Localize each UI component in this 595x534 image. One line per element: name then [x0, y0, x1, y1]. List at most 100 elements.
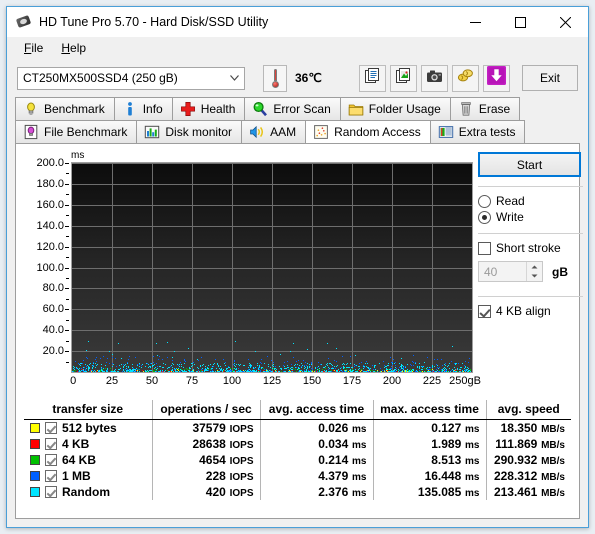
stepper-buttons[interactable] — [526, 262, 542, 281]
cell-transfer-size[interactable]: Random — [24, 484, 153, 500]
chart-point — [431, 364, 433, 366]
chart-point — [245, 371, 247, 372]
tab-folder-usage[interactable]: Folder Usage — [339, 97, 451, 120]
chart-point — [284, 367, 286, 369]
copy-image-button[interactable] — [390, 64, 417, 92]
maximize-button[interactable] — [498, 7, 543, 37]
donate-button[interactable] — [452, 64, 479, 92]
table-row[interactable]: 1 MB 228 IOPS 4.379 ms 16.448 ms 228.312 MB/… — [24, 468, 571, 484]
menu-help[interactable]: Help — [52, 39, 95, 58]
cell-transfer-size[interactable]: 1 MB — [24, 468, 153, 484]
radio-write[interactable]: Write — [478, 210, 583, 224]
chart-point — [133, 372, 134, 373]
tab-extra-tests[interactable]: Extra tests — [429, 120, 526, 143]
chart-point — [151, 371, 153, 372]
tab-benchmark[interactable]: Benchmark — [15, 97, 115, 120]
tab-aam[interactable]: AAM — [241, 120, 307, 143]
align-checkbox[interactable]: 4 KB align — [478, 304, 583, 318]
chart-point — [383, 360, 385, 362]
chart-point — [312, 372, 313, 373]
short-stroke-checkbox[interactable]: Short stroke — [478, 241, 583, 255]
chart-x-tick-label: 50 — [145, 375, 159, 387]
cell-operations-value: 4654 — [199, 453, 226, 467]
table-row[interactable]: 64 KB 4654 IOPS 0.214 ms 8.513 ms 290.932 MB… — [24, 452, 571, 468]
menu-file[interactable]: File — [15, 39, 52, 58]
radio-read[interactable]: Read — [478, 194, 583, 208]
series-checkbox[interactable] — [45, 422, 57, 434]
chart-point — [390, 370, 392, 372]
chart-point — [116, 365, 117, 367]
chart-point — [433, 372, 434, 373]
chart-point — [337, 371, 339, 372]
radio-write-indicator[interactable] — [478, 210, 491, 224]
tab-random-access[interactable]: Random Access — [305, 120, 431, 143]
chart-gridline-h — [72, 288, 472, 289]
chart-point — [203, 371, 205, 372]
series-checkbox[interactable] — [45, 486, 57, 498]
chart-point — [129, 372, 130, 373]
table-row[interactable]: 4 KB 28638 IOPS 0.034 ms 1.989 ms 111.869 MB… — [24, 436, 571, 452]
chart-point — [401, 371, 403, 372]
minimize-button[interactable] — [453, 7, 498, 37]
tab-file-benchmark[interactable]: File Benchmark — [15, 120, 138, 143]
cell-transfer-size[interactable]: 512 bytes — [24, 419, 153, 436]
chart-y-tick — [65, 204, 69, 206]
chart-point — [125, 367, 127, 369]
radio-write-label: Write — [496, 210, 524, 224]
chart-point — [471, 371, 472, 372]
chart-point — [366, 366, 367, 368]
chart-point — [342, 372, 343, 373]
chart-point — [401, 371, 403, 372]
chart-point — [408, 371, 410, 372]
chart-point — [259, 372, 260, 373]
cell-transfer-size[interactable]: 64 KB — [24, 452, 153, 468]
chart-point — [337, 372, 338, 373]
stepper-up-icon[interactable] — [527, 262, 542, 272]
stepper-down-icon[interactable] — [527, 272, 542, 282]
series-checkbox[interactable] — [45, 470, 57, 482]
chart-point — [205, 369, 207, 371]
start-button[interactable]: Start — [478, 152, 581, 177]
chart-point — [336, 369, 337, 371]
chart-point — [356, 370, 358, 372]
chart-point — [109, 372, 110, 373]
tab-health[interactable]: Health — [171, 97, 246, 120]
short-stroke-label: Short stroke — [496, 241, 561, 255]
copy-text-button[interactable] — [359, 64, 386, 92]
short-stroke-checkbox-indicator[interactable] — [478, 241, 491, 255]
series-checkbox[interactable] — [45, 438, 57, 450]
chart-point — [285, 372, 286, 373]
chart-point — [199, 372, 200, 373]
table-row[interactable]: 512 bytes 37579 IOPS 0.026 ms 0.127 ms 18.35… — [24, 419, 571, 436]
chart-point — [145, 365, 146, 367]
chart-point — [421, 372, 422, 373]
chart-point — [430, 372, 431, 373]
radio-read-indicator[interactable] — [478, 194, 491, 208]
table-row[interactable]: Random 420 IOPS 2.376 ms 135.085 ms 213.461 … — [24, 484, 571, 500]
chart-point — [136, 371, 138, 372]
tab-error-scan[interactable]: Error Scan — [244, 97, 341, 120]
tab-erase[interactable]: Erase — [449, 97, 521, 120]
tab-disk-monitor[interactable]: Disk monitor — [136, 120, 243, 143]
chart-point — [94, 372, 95, 373]
tab-aam-label: AAM — [270, 125, 297, 139]
chart-point — [343, 368, 345, 370]
screenshot-button[interactable] — [421, 64, 448, 92]
chart-point — [358, 372, 359, 373]
chart-point — [346, 371, 348, 372]
chart-point — [142, 371, 144, 372]
chart-y-minor-tick — [66, 173, 69, 175]
tab-info[interactable]: Info — [113, 97, 173, 120]
series-checkbox[interactable] — [45, 454, 57, 466]
chart-point — [120, 371, 122, 372]
align-checkbox-indicator[interactable] — [478, 304, 491, 318]
chart-point — [152, 364, 154, 366]
close-button[interactable] — [543, 7, 588, 37]
short-stroke-stepper[interactable]: 40 — [478, 261, 543, 282]
download-button[interactable] — [483, 64, 510, 92]
exit-button[interactable]: Exit — [522, 65, 578, 91]
chart-point — [163, 372, 164, 373]
drive-select[interactable]: CT250MX500SSD4 (250 gB) — [17, 66, 245, 90]
cell-transfer-size[interactable]: 4 KB — [24, 436, 153, 452]
chart-point — [392, 371, 394, 372]
